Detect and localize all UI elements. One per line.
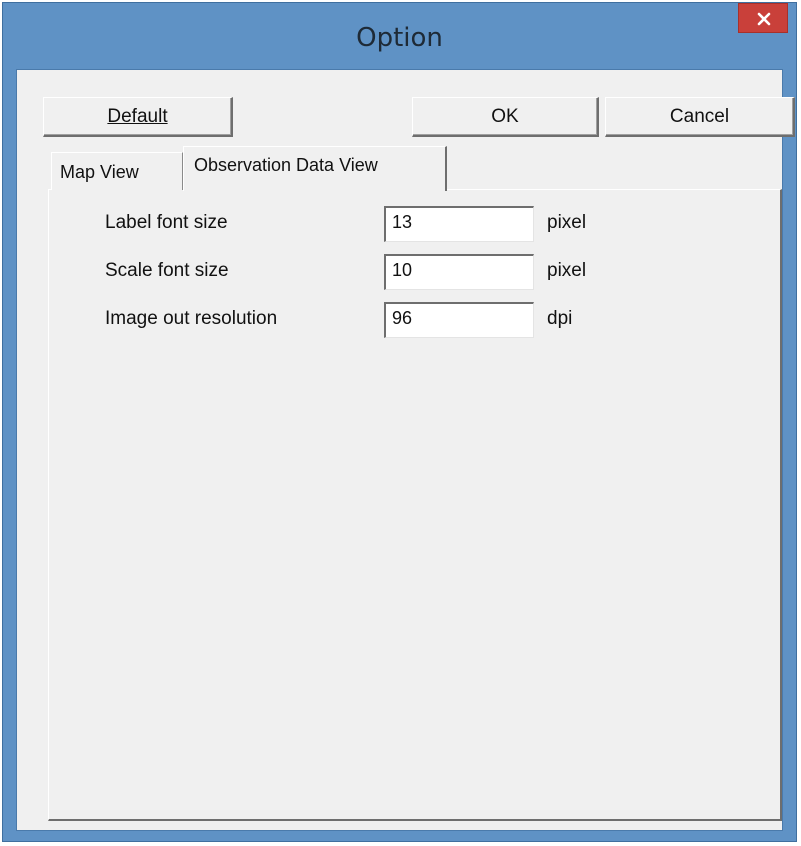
- label-font-size-input[interactable]: 13: [384, 206, 534, 242]
- close-button[interactable]: [738, 3, 788, 33]
- tab-observation-data-view-label: Observation Data View: [194, 155, 378, 175]
- title-bar[interactable]: Option: [3, 3, 796, 69]
- close-icon: [757, 12, 771, 26]
- label-font-size-label: Label font size: [105, 212, 228, 233]
- tab-observation-data-view[interactable]: Observation Data View: [183, 146, 447, 191]
- default-button[interactable]: Default: [43, 97, 233, 137]
- dialog-title: Option: [356, 23, 443, 53]
- option-dialog: Option Default OK Cancel Label font size…: [2, 2, 797, 842]
- cancel-button[interactable]: Cancel: [605, 97, 795, 137]
- dialog-client-area: Default OK Cancel Label font size 13 pix…: [16, 69, 795, 831]
- tab-map-view[interactable]: Map View: [51, 152, 183, 190]
- image-out-resolution-unit: dpi: [547, 308, 573, 329]
- tab-map-view-label: Map View: [60, 162, 139, 182]
- label-font-size-unit: pixel: [547, 212, 587, 233]
- image-out-resolution-input[interactable]: 96: [384, 302, 534, 338]
- ok-button[interactable]: OK: [412, 97, 599, 137]
- scale-font-size-label: Scale font size: [105, 260, 229, 281]
- default-button-label: Default: [107, 105, 168, 127]
- scale-font-size-input[interactable]: 10: [384, 254, 534, 290]
- scale-font-size-unit: pixel: [547, 260, 587, 281]
- ok-button-label: OK: [491, 105, 519, 127]
- observation-data-view-panel: Label font size 13 pixel Scale font size…: [48, 189, 782, 821]
- cancel-button-label: Cancel: [669, 105, 730, 127]
- image-out-resolution-label: Image out resolution: [105, 308, 278, 329]
